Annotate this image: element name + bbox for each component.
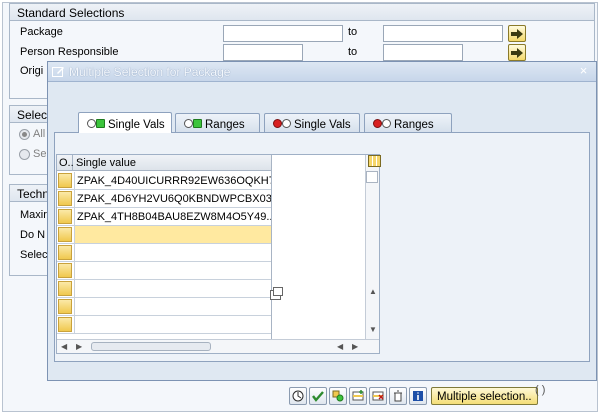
row-selector[interactable]: [58, 245, 72, 260]
single-value-cell[interactable]: [74, 280, 271, 297]
row-selector[interactable]: [58, 209, 72, 224]
package-to-label: to: [348, 26, 358, 38]
horizontal-scrollbar[interactable]: ◀ ▶ ◀ ▶: [57, 339, 379, 353]
person-to-input[interactable]: [383, 44, 463, 61]
arrow-right-icon: [511, 47, 523, 58]
row-selector[interactable]: [58, 263, 72, 278]
table-row[interactable]: ZPAK_4TH8B04BAU8EZW8M4O5Y49...: [57, 208, 271, 226]
tab-exclude-single-values[interactable]: Single Vals: [264, 113, 360, 132]
tab-label: Ranges: [394, 118, 434, 131]
delete-all-button[interactable]: [389, 387, 407, 405]
package-to-input[interactable]: [383, 25, 503, 42]
tab-include-single-values[interactable]: Single Vals: [78, 112, 172, 133]
package-multi-select-button[interactable]: [508, 25, 526, 42]
tab-include-ranges[interactable]: Ranges: [175, 113, 260, 132]
row-selector[interactable]: [58, 191, 72, 206]
table-row[interactable]: ZPAK_4D40UICURRR92EW636OQKH7...: [57, 172, 271, 190]
select-label: Selec: [20, 249, 48, 261]
table-header: O.. Single value: [57, 155, 271, 171]
multiple-selection-dialog: Multiple Selection for Package × Single …: [47, 61, 597, 381]
row-selector[interactable]: [58, 227, 72, 242]
row-selector[interactable]: [58, 281, 72, 296]
single-value-cell[interactable]: [74, 316, 271, 333]
single-values-table: O.. Single value ZPAK_4D40UICURRR92EW636…: [56, 154, 380, 354]
dialog-close-button[interactable]: ×: [577, 64, 590, 78]
all-radio-label: All: [33, 128, 46, 140]
max-hits-label: Maxir: [20, 209, 47, 221]
horizontal-scroll-thumb[interactable]: [91, 342, 211, 351]
do-not-label: Do N: [20, 229, 46, 241]
check-button[interactable]: [309, 387, 327, 405]
delete-row-icon: [372, 391, 384, 401]
scroll-left-end-arrow-icon[interactable]: ◀: [337, 342, 343, 351]
app-window: Standard Selections Package to Person Re…: [2, 2, 598, 412]
multiple-selection-button[interactable]: Multiple selection..: [431, 387, 538, 405]
edit-window-icon: [52, 66, 64, 77]
merge-button[interactable]: [329, 387, 347, 405]
tab-label: Single Vals: [108, 118, 165, 131]
table-settings-icon[interactable]: [368, 155, 381, 167]
info-button[interactable]: [409, 387, 427, 405]
row-selector[interactable]: [58, 299, 72, 314]
table-config-box[interactable]: [366, 171, 378, 183]
tab-label: Ranges: [205, 118, 245, 131]
table-row[interactable]: [57, 298, 271, 316]
person-responsible-label: Person Responsible: [20, 46, 119, 58]
package-from-input[interactable]: [223, 25, 343, 42]
person-from-input[interactable]: [223, 44, 303, 61]
single-value-input[interactable]: [74, 226, 271, 243]
all-radio[interactable]: [19, 129, 30, 140]
scroll-right-arrow-icon[interactable]: ▶: [76, 342, 82, 351]
trash-icon: [394, 390, 402, 402]
green-include-icon: [87, 118, 105, 131]
dialog-title-bar[interactable]: Multiple Selection for Package: [48, 62, 596, 82]
delete-row-button[interactable]: [369, 387, 387, 405]
table-row[interactable]: [57, 280, 271, 298]
column-divider: [271, 155, 272, 339]
single-value-cell[interactable]: ZPAK_4TH8B04BAU8EZW8M4O5Y49...: [74, 208, 271, 225]
insert-row-icon: [352, 390, 364, 401]
person-to-label: to: [348, 46, 358, 58]
info-icon: [413, 391, 423, 401]
scroll-down-arrow-icon[interactable]: ▼: [369, 325, 377, 334]
table-row-current[interactable]: [57, 226, 271, 244]
package-label: Package: [20, 26, 63, 38]
scroll-right-end-arrow-icon[interactable]: ▶: [352, 342, 358, 351]
trailing-text: ( ): [535, 384, 546, 396]
column-header-option[interactable]: O..: [57, 155, 74, 171]
dialog-title: Multiple Selection for Package: [69, 64, 231, 79]
green-include-icon: [184, 118, 202, 131]
column-header-single-value[interactable]: Single value: [74, 155, 136, 171]
person-multi-select-button[interactable]: [508, 44, 526, 61]
selected-radio-label: Se: [33, 148, 47, 160]
table-row[interactable]: ZPAK_4D6YH2VU6Q0KBNDWPCBX03...: [57, 190, 271, 208]
execute-icon: [292, 390, 304, 402]
scroll-up-arrow-icon[interactable]: ▲: [369, 287, 377, 296]
table-row[interactable]: [57, 244, 271, 262]
table-row[interactable]: [57, 316, 271, 334]
selected-radio[interactable]: [19, 149, 30, 160]
red-exclude-icon: [373, 118, 391, 131]
insert-row-button[interactable]: [349, 387, 367, 405]
dialog-toolbar: Multiple selection..: [289, 386, 538, 406]
row-selector[interactable]: [58, 173, 72, 188]
check-icon: [312, 391, 324, 402]
scroll-left-arrow-icon[interactable]: ◀: [61, 342, 67, 351]
execute-button[interactable]: [289, 387, 307, 405]
row-selector[interactable]: [58, 317, 72, 332]
tab-exclude-ranges[interactable]: Ranges: [364, 113, 452, 132]
single-value-cell[interactable]: ZPAK_4D6YH2VU6Q0KBNDWPCBX03...: [74, 190, 271, 207]
arrow-right-icon: [511, 28, 523, 39]
merge-icon: [332, 390, 344, 402]
standard-selections-title: Standard Selections: [10, 4, 594, 21]
tab-label: Single Vals: [294, 118, 351, 131]
copy-icon[interactable]: [270, 287, 283, 300]
origin-label: Origi: [20, 65, 44, 77]
table-row[interactable]: [57, 262, 271, 280]
single-value-cell[interactable]: [74, 262, 271, 279]
red-exclude-icon: [273, 118, 291, 131]
single-value-cell[interactable]: ZPAK_4D40UICURRR92EW636OQKH7...: [74, 172, 271, 189]
single-value-cell[interactable]: [74, 244, 271, 261]
single-value-cell[interactable]: [74, 298, 271, 315]
